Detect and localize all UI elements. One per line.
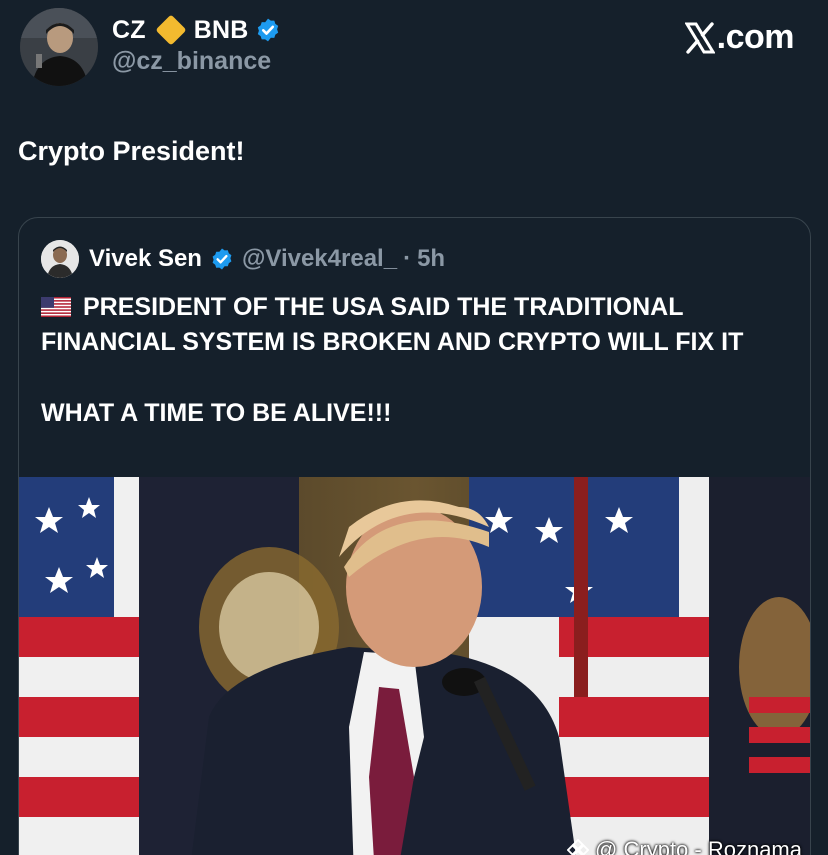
quoted-tweet-text: PRESIDENT OF THE USA SAID THE TRADITIONA… xyxy=(41,290,801,431)
video-watermark: @ Crypto - Roznama xyxy=(567,837,802,855)
quoted-tweet-header: Vivek Sen @Vivek4real_ · 5h xyxy=(41,240,445,278)
quoted-line-1: PRESIDENT OF THE USA SAID THE TRADITIONA… xyxy=(41,290,801,360)
tweet-text: Crypto President! xyxy=(18,136,245,166)
us-flag-icon xyxy=(41,297,71,317)
author-avatar[interactable] xyxy=(20,8,98,86)
separator-dot: · xyxy=(403,245,412,272)
quoted-video-frame[interactable]: @ Crypto - Roznama xyxy=(19,477,810,855)
author-name-second: BNB xyxy=(193,16,249,44)
quoted-author-avatar[interactable] xyxy=(41,240,79,278)
watermark-text: @ Crypto - Roznama xyxy=(595,837,802,855)
author-handle[interactable]: @cz_binance xyxy=(112,47,271,76)
author-name-first: CZ xyxy=(112,16,146,44)
quoted-line-2: WHAT A TIME TO BE ALIVE!!! xyxy=(41,399,392,427)
site-label-text: .com xyxy=(716,18,795,56)
binance-logo-icon xyxy=(567,839,590,855)
verified-badge-icon xyxy=(257,18,278,42)
x-logo-icon xyxy=(684,21,715,54)
bnb-diamond-icon xyxy=(155,14,187,46)
video-still xyxy=(19,477,810,855)
author-name[interactable]: CZ BNB xyxy=(112,14,281,46)
quoted-timestamp[interactable]: 5h xyxy=(417,245,445,273)
verified-badge-icon xyxy=(212,248,232,270)
quoted-author-name[interactable]: Vivek Sen xyxy=(89,245,202,273)
site-label: .com xyxy=(684,18,795,57)
quoted-author-handle[interactable]: @Vivek4real_ xyxy=(242,245,397,273)
quoted-tweet-card[interactable]: Vivek Sen @Vivek4real_ · 5h PRESIDENT OF… xyxy=(18,217,811,855)
quoted-line-1-text: PRESIDENT OF THE USA SAID THE TRADITIONA… xyxy=(41,293,744,356)
